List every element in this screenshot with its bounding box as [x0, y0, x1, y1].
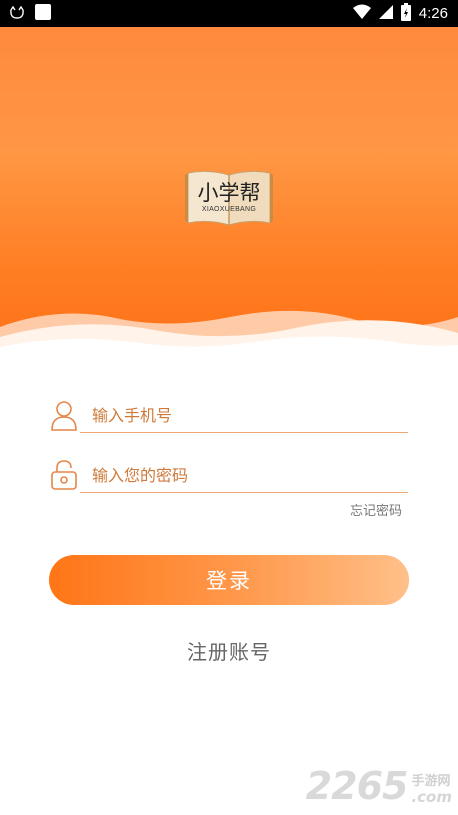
status-left [9, 4, 51, 24]
register-link[interactable]: 注册账号 [0, 636, 458, 665]
watermark: 2265 手游网 .com [306, 767, 452, 805]
app-logo: 小学帮 XIAOXUEBANG [184, 169, 274, 227]
phone-field [50, 399, 408, 435]
status-bar: 4:26 [0, 0, 458, 27]
password-input[interactable] [80, 459, 408, 493]
logo-title: 小学帮 [197, 181, 261, 205]
notification-square-icon [35, 4, 51, 24]
watermark-site-cn: 手游网 [411, 774, 451, 789]
status-time: 4:26 [418, 5, 448, 22]
watermark-site-com: .com [411, 788, 452, 806]
forgot-password-link[interactable]: 忘记密码 [350, 500, 402, 519]
watermark-number: 2265 [305, 764, 409, 808]
notification-cat-icon [9, 5, 25, 24]
logo-subtitle: XIAOXUEBANG [201, 206, 257, 213]
signal-icon [378, 4, 393, 24]
login-button[interactable]: 登录 [49, 555, 409, 605]
watermark-side: 手游网 .com [411, 774, 452, 805]
wave-decoration [0, 310, 458, 357]
wifi-icon [352, 4, 371, 24]
status-right: 4:26 [352, 3, 448, 25]
password-field [50, 459, 408, 495]
phone-input[interactable] [80, 399, 408, 433]
hero-header: 小学帮 XIAOXUEBANG [0, 27, 458, 357]
user-icon [50, 399, 78, 431]
battery-charging-icon [400, 3, 411, 25]
lock-icon [50, 459, 78, 491]
